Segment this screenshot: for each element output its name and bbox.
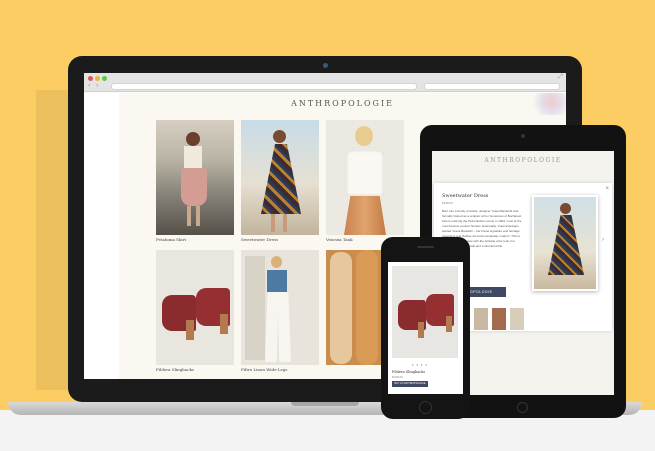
product-card[interactable]: Venezia Tank <box>326 120 406 242</box>
laptop-notch <box>291 402 359 406</box>
product-name[interactable]: Sweetwater Dress <box>241 237 321 242</box>
product-image[interactable] <box>241 250 319 365</box>
thumbnail[interactable] <box>474 308 488 330</box>
carousel-dots[interactable]: • • • • <box>412 362 428 367</box>
product-card[interactable]: Petaluma Skirt <box>156 120 236 242</box>
tablet-home-button[interactable] <box>517 402 528 413</box>
close-icon[interactable]: × <box>605 186 609 192</box>
product-photo <box>532 195 598 291</box>
buy-button[interactable]: BUY AT ANTHROPOLOGIE <box>392 381 428 387</box>
site-header: ANTHROPOLOGIE <box>119 93 566 115</box>
thumbnail-strip <box>474 308 534 332</box>
product-name[interactable]: Petaluma Skirt <box>156 237 236 242</box>
zoom-window-button[interactable] <box>102 76 107 81</box>
product-card[interactable]: Sweetwater Dress <box>241 120 321 242</box>
back-arrow-icon[interactable]: ‹ <box>88 83 94 89</box>
product-image[interactable] <box>156 250 234 365</box>
camera-icon <box>323 63 328 68</box>
thumbnail[interactable] <box>492 308 506 330</box>
product-image[interactable] <box>241 120 319 235</box>
product-image[interactable] <box>156 120 234 235</box>
product-card[interactable]: Fildera Slingbacks <box>156 250 236 372</box>
product-title: Fildera Slingbacks <box>392 370 426 374</box>
product-name[interactable]: Fildera Slingbacks <box>156 367 236 372</box>
product-title: Sweetwater Dress <box>442 193 489 199</box>
next-arrow-icon[interactable]: › <box>602 237 604 243</box>
phone-screen: • • • • Fildera Slingbacks $198.00 BUY A… <box>388 262 463 394</box>
flower-decoration <box>530 93 566 115</box>
browser-toolbar: ‹ › ⤢ <box>84 73 566 92</box>
fullscreen-icon[interactable]: ⤢ <box>558 74 563 81</box>
minimize-window-button[interactable] <box>95 76 100 81</box>
sidebar-blank <box>84 93 119 379</box>
phone-home-button[interactable] <box>419 401 432 414</box>
phone: • • • • Fildera Slingbacks $198.00 BUY A… <box>381 237 470 419</box>
product-card[interactable]: Filtre Linen Wide-Legs <box>241 250 321 372</box>
product-price: $198.00 <box>392 375 403 379</box>
tablet-site-logo[interactable]: ANTHROPOLOGIE <box>432 157 614 164</box>
thumbnail[interactable] <box>510 308 524 330</box>
close-window-button[interactable] <box>88 76 93 81</box>
product-image[interactable] <box>326 120 404 235</box>
product-price: $198.00 <box>442 201 453 205</box>
site-logo[interactable]: ANTHROPOLOGIE <box>291 99 394 108</box>
address-bar[interactable] <box>111 83 417 90</box>
search-bar[interactable] <box>424 83 560 90</box>
tablet-camera-icon <box>521 134 525 138</box>
product-photo[interactable] <box>392 266 458 358</box>
forward-arrow-icon[interactable]: › <box>96 83 102 89</box>
product-name[interactable]: Filtre Linen Wide-Legs <box>241 367 321 372</box>
phone-speaker <box>417 246 434 248</box>
